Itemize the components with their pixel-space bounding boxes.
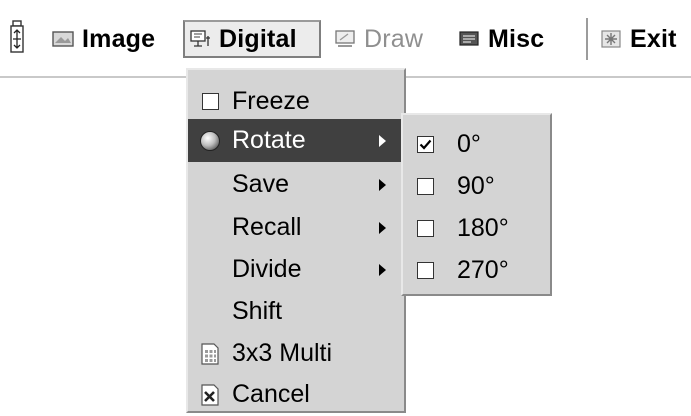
menu-item-cancel-label: Cancel (232, 380, 310, 408)
misc-icon (459, 31, 479, 46)
menu-digital-label: Digital (219, 24, 297, 53)
rotate-option-0[interactable]: 0° (403, 123, 550, 166)
menu-item-shift[interactable]: Shift (188, 290, 404, 333)
menu-draw[interactable]: Draw (330, 20, 429, 58)
rotate-180-checkbox[interactable] (417, 220, 434, 237)
submenu-arrow-icon (379, 263, 386, 276)
checkmark-icon (419, 139, 432, 150)
menu-item-divide-label: Divide (232, 255, 302, 283)
grip-handle-icon[interactable] (10, 20, 24, 54)
menu-draw-label: Draw (364, 24, 424, 53)
cancel-icon (201, 383, 219, 406)
exit-icon (601, 30, 621, 48)
menu-item-rotate-label: Rotate (232, 126, 306, 154)
menu-misc[interactable]: Misc (454, 20, 550, 58)
menu-image-label: Image (82, 24, 156, 53)
rotate-270-checkbox[interactable] (417, 262, 434, 279)
rotate-option-180[interactable]: 180° (403, 207, 550, 250)
menubar-separator (586, 18, 588, 60)
menu-item-freeze-label: Freeze (232, 87, 310, 115)
rotate-option-0-label: 0° (457, 130, 481, 158)
menu-exit[interactable]: Exit (596, 20, 683, 58)
menu-item-recall-label: Recall (232, 213, 302, 241)
draw-icon (335, 30, 355, 47)
grid-icon (201, 342, 219, 365)
sphere-icon (200, 130, 220, 151)
rotate-option-180-label: 180° (457, 214, 509, 242)
menu-misc-label: Misc (488, 24, 545, 53)
rotate-option-270-label: 270° (457, 256, 509, 284)
digital-dropdown-menu: Freeze Rotate Save Recall Divide Shift 3… (186, 68, 406, 413)
rotate-submenu: 0° 90° 180° 270° (401, 113, 552, 296)
menu-image[interactable]: Image (48, 20, 161, 58)
menu-digital[interactable]: Digital (183, 20, 321, 58)
menu-item-shift-label: Shift (232, 297, 283, 325)
menu-item-freeze[interactable]: Freeze (188, 80, 404, 123)
rotate-option-270[interactable]: 270° (403, 249, 550, 292)
menu-item-cancel[interactable]: Cancel (188, 373, 404, 416)
submenu-arrow-icon (379, 221, 386, 234)
menubar: Image Digital Draw Misc Exit (0, 0, 691, 78)
menu-item-rotate[interactable]: Rotate (188, 119, 404, 162)
rotate-90-checkbox[interactable] (417, 178, 434, 195)
rotate-0-checkbox[interactable] (417, 136, 434, 153)
menu-exit-label: Exit (630, 24, 677, 53)
menu-item-save[interactable]: Save (188, 163, 404, 206)
menu-item-3x3-multi-label: 3x3 Multi (232, 339, 333, 367)
rotate-option-90-label: 90° (457, 172, 495, 200)
freeze-checkbox[interactable] (201, 93, 219, 110)
submenu-arrow-icon (379, 134, 386, 147)
digital-icon (190, 30, 210, 47)
submenu-arrow-icon (379, 178, 386, 191)
menu-item-recall[interactable]: Recall (188, 206, 404, 249)
menu-item-3x3-multi[interactable]: 3x3 Multi (188, 332, 404, 375)
rotate-option-90[interactable]: 90° (403, 165, 550, 208)
menu-item-divide[interactable]: Divide (188, 248, 404, 291)
image-icon (52, 31, 74, 47)
menu-item-save-label: Save (232, 170, 289, 198)
